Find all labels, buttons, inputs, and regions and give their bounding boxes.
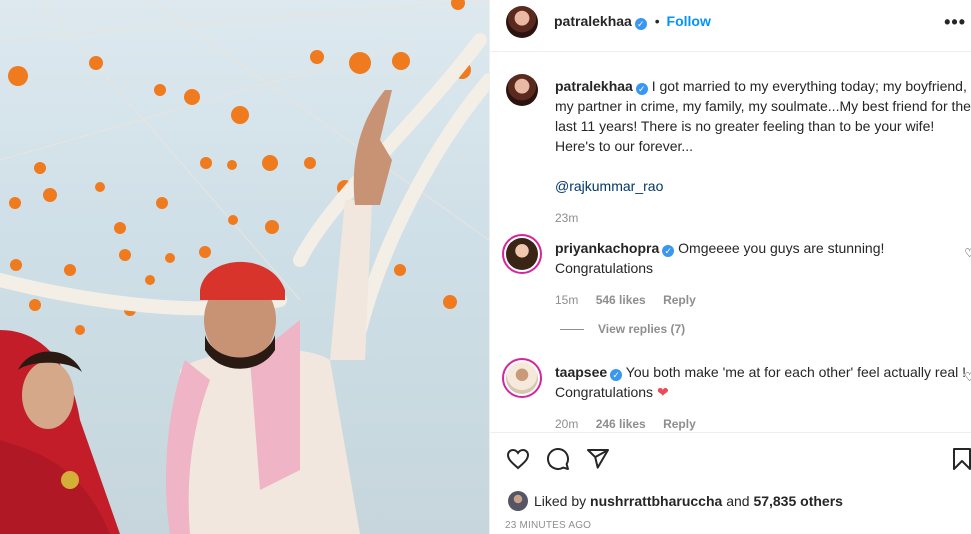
- others-count[interactable]: 57,835 others: [753, 493, 843, 509]
- comment: taapsee ✓ You both make 'me at for each o…: [555, 362, 971, 434]
- comment-likes[interactable]: 546 likes: [596, 293, 646, 307]
- comment-likes[interactable]: 246 likes: [596, 417, 646, 431]
- reply-button[interactable]: Reply: [663, 417, 696, 431]
- heart-icon[interactable]: [506, 447, 530, 471]
- and-label: and: [726, 493, 750, 509]
- caption-username[interactable]: patralekhaa: [555, 78, 633, 94]
- comment-username[interactable]: priyankachopra: [555, 240, 659, 256]
- comment-like-icon[interactable]: ♡: [964, 370, 971, 384]
- dot-separator: •: [654, 13, 660, 29]
- more-icon[interactable]: •••: [944, 12, 966, 33]
- author-avatar[interactable]: [506, 6, 538, 38]
- post-header: patralekhaa ✓ • Follow •••: [490, 0, 971, 52]
- verified-icon: ✓: [635, 83, 648, 95]
- comment-avatar[interactable]: [502, 234, 542, 274]
- likes-summary: Liked by nushrrattbharuccha and 57,835 o…: [534, 493, 843, 509]
- comment-icon[interactable]: [546, 447, 570, 471]
- reply-button[interactable]: Reply: [663, 293, 696, 307]
- liked-by-label: Liked by: [534, 493, 587, 509]
- post-timestamp[interactable]: 23 MINUTES AGO: [505, 520, 591, 531]
- comment-time[interactable]: 15m: [555, 293, 578, 307]
- comment: priyankachopra ✓ Omgeeee you guys are stu…: [555, 238, 971, 310]
- caption-avatar[interactable]: [506, 74, 538, 106]
- author-username[interactable]: patralekhaa: [554, 13, 632, 29]
- caption-time[interactable]: 23m: [555, 208, 971, 228]
- verified-icon: ✓: [662, 245, 675, 257]
- red-heart-emoji: ❤: [656, 384, 669, 400]
- comment-username[interactable]: taapsee: [555, 364, 607, 380]
- comment-avatar[interactable]: [502, 358, 542, 398]
- author-line: patralekhaa ✓ • Follow: [554, 13, 711, 30]
- post-details-panel: patralekhaa ✓ • Follow ••• patralekhaa ✓ I…: [489, 0, 971, 534]
- verified-icon: ✓: [634, 18, 647, 30]
- view-replies-label[interactable]: View replies (7): [598, 322, 685, 336]
- liker-username[interactable]: nushrrattbharuccha: [590, 493, 722, 509]
- follow-button[interactable]: Follow: [667, 13, 711, 29]
- comment-time[interactable]: 20m: [555, 417, 578, 431]
- verified-icon: ✓: [610, 369, 623, 381]
- share-icon[interactable]: [586, 447, 610, 471]
- liker-avatar[interactable]: [508, 491, 528, 511]
- caption-mention[interactable]: @rajkummar_rao: [555, 178, 663, 194]
- caption: patralekhaa ✓ I got married to my everyth…: [555, 76, 971, 228]
- post-photo[interactable]: [0, 0, 489, 534]
- comment-like-icon[interactable]: ♡: [964, 246, 971, 260]
- wedding-photo-illustration: [0, 0, 489, 534]
- replies-divider: [560, 329, 584, 331]
- post-actions: Liked by nushrrattbharuccha and 57,835 o…: [490, 432, 971, 532]
- bookmark-icon[interactable]: [950, 447, 971, 471]
- view-replies[interactable]: View replies (7): [560, 322, 685, 336]
